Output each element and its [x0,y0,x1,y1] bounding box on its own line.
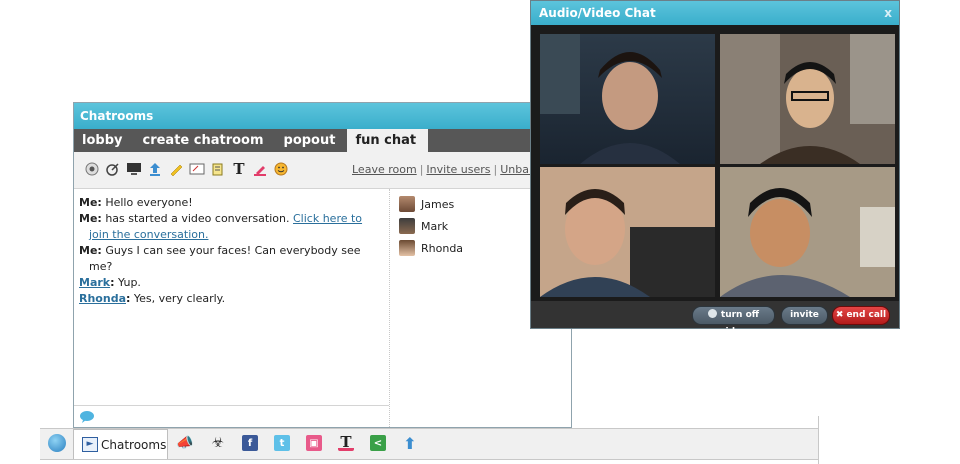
tab-create-chatroom[interactable]: create chatroom [134,129,275,152]
invite-label: invite [790,310,819,320]
facebook-icon[interactable]: f [242,435,258,451]
window-title: Audio/Video Chat [539,6,656,20]
chatrooms-tab-icon: ► [82,437,98,452]
audio-video-title: Audio/Video Chat x [531,1,899,25]
chat-message: Me: has started a video conversation. Cl… [79,211,384,243]
room-actions: Leave room | Invite users | Unban [352,163,536,176]
chat-message: Rhonda: Yes, very clearly. [79,292,226,305]
avatar [399,196,415,212]
video-tile [720,167,895,297]
message-sender: Me: [79,212,102,225]
turn-off-video-button[interactable]: turn off video [692,306,775,337]
audio-video-window: Audio/Video Chat x turn off video invite… [530,0,900,337]
share-icon[interactable]: < [370,435,386,451]
taskbar-tab-label: Chatrooms [101,438,167,452]
text-style-icon[interactable]: T [338,433,354,451]
upload-icon[interactable] [146,160,164,178]
globe-icon[interactable] [48,434,66,452]
leave-room-link[interactable]: Leave room [352,163,417,176]
video-tile [720,34,895,164]
message-text: has started a video conversation. [105,212,290,225]
chatroom-tabs: lobby create chatroom popout fun chat [74,129,571,152]
taskbar-tab-chatrooms[interactable]: ► Chatrooms [73,429,168,459]
message-sender: Me: [79,196,102,209]
chatrooms-window: Chatrooms lobby create chatroom popout f… [73,102,572,429]
chat-toolbar: T Leave room | Invite users | Unban [74,152,571,189]
close-icon[interactable]: x [884,1,892,25]
satellite-icon[interactable] [104,160,122,178]
smiley-icon[interactable] [272,160,290,178]
message-text: Yup. [118,276,141,289]
invite-button[interactable]: invite [781,306,828,325]
user-name: Mark [421,219,449,233]
chat-message: Me: Hello everyone! [79,195,384,211]
user-name: Rhonda [421,241,464,255]
invite-users-link[interactable]: Invite users [426,163,490,176]
game-icon[interactable]: ☣ [210,435,226,451]
end-call-icon: ✖ [835,310,844,320]
call-controls: turn off video invite ✖ end call [531,301,899,337]
whiteboard-icon[interactable] [188,160,206,178]
message-text: Yes, very clearly. [133,292,226,305]
twitter-icon[interactable]: t [274,435,290,451]
chat-bubble-icon [79,410,95,427]
message-sender: Me: [79,244,102,257]
webcam-icon[interactable] [83,160,101,178]
camera-icon [707,309,717,318]
chat-message: Mark: Yup. [79,276,141,289]
video-tile [540,167,715,297]
bottom-taskbar: ► Chatrooms 📣 ☣ f t ▣ T < ⬆ [40,428,818,460]
tab-fun-chat[interactable]: fun chat [347,129,429,152]
text-format-icon[interactable]: T [230,160,248,178]
message-sender-link[interactable]: Rhonda [79,292,126,305]
avatar [399,218,415,234]
avatar [399,240,415,256]
panel-divider [389,189,391,429]
screen-share-icon[interactable] [125,160,143,178]
message-list: Me: Hello everyone! Me: has started a vi… [74,189,389,403]
message-text: Hello everyone! [105,196,193,209]
photo-icon[interactable]: ▣ [306,435,322,451]
upload-arrow-icon[interactable]: ⬆ [402,434,418,453]
chat-message: Me: Guys I can see your faces! Can every… [79,243,384,275]
chatrooms-title: Chatrooms [74,103,571,129]
notes-icon[interactable] [209,160,227,178]
megaphone-icon[interactable]: 📣 [176,435,193,451]
message-input[interactable] [74,405,389,428]
video-tile [540,34,715,164]
tab-popout[interactable]: popout [276,129,348,152]
message-sender-link[interactable]: Mark [79,276,110,289]
message-text: Guys I can see your faces! Can everybody… [89,244,361,273]
end-call-label: end call [846,310,887,320]
pencil-icon[interactable] [167,160,185,178]
turn-off-video-label: turn off video [719,310,760,337]
color-picker-icon[interactable] [251,160,269,178]
end-call-button[interactable]: ✖ end call [832,306,890,325]
user-name: James [421,197,455,211]
tab-lobby[interactable]: lobby [74,129,134,152]
divider-line [818,416,819,464]
